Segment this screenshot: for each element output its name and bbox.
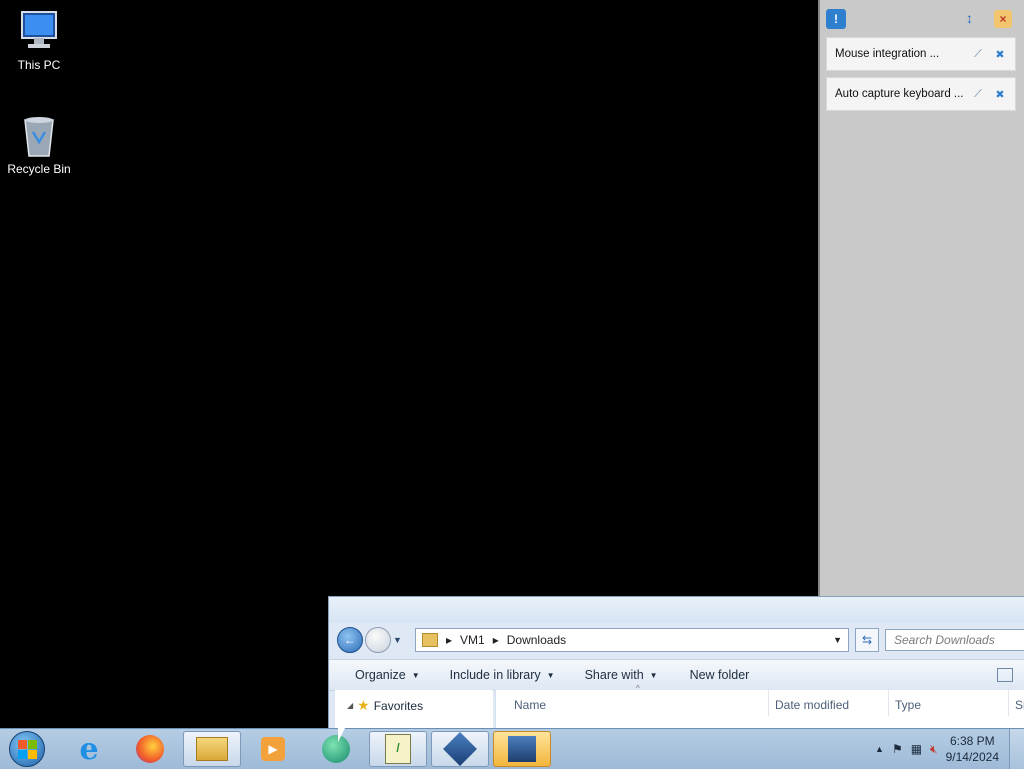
taskbar-globe-app[interactable] <box>307 731 365 767</box>
notification-item: Mouse integration ... ⟋ ✖ <box>826 37 1016 71</box>
expand-arrow-icon[interactable]: ◢ <box>347 701 353 710</box>
taskbar-vm-window[interactable] <box>493 731 551 767</box>
taskbar-internet-explorer[interactable]: e <box>60 731 118 767</box>
refresh-icon: ⇆ <box>861 633 873 647</box>
keep-notification-icon[interactable]: ⟋ <box>971 47 985 61</box>
show-desktop-button[interactable] <box>1009 729 1024 769</box>
show-hidden-icons-button[interactable]: ▲ <box>875 744 884 754</box>
notification-text: Auto capture keyboard ... <box>835 88 964 100</box>
mouse-cursor-icon <box>338 728 345 742</box>
notification-item: Auto capture keyboard ... ⟋ ✖ <box>826 77 1016 111</box>
vm-window-icon <box>508 736 536 762</box>
back-button[interactable]: ← <box>337 627 363 653</box>
sort-arrow-icon: ^ <box>636 684 640 693</box>
taskbar-firefox[interactable] <box>121 731 179 767</box>
column-header-type[interactable]: Type <box>895 698 921 712</box>
favorites-node[interactable]: ◢ ★ Favorites <box>347 697 423 714</box>
desktop-icon-recycle-bin[interactable]: Recycle Bin <box>1 112 77 176</box>
keep-notification-icon[interactable]: ⟋ <box>971 87 985 101</box>
star-icon: ★ <box>357 697 370 713</box>
view-options-icon[interactable] <box>997 668 1013 682</box>
new-folder-button[interactable]: New folder <box>690 668 750 682</box>
taskbar: e ▶ / ▲ ⚑ ▦ 🔇︎ 6:38 PM 9/14/2024 <box>0 728 1024 769</box>
dismiss-notification-icon[interactable]: ✖ <box>993 87 1007 101</box>
dismiss-notification-icon[interactable]: ✖ <box>993 47 1007 61</box>
organize-button[interactable]: Organize ▼ <box>355 668 420 682</box>
refresh-button[interactable]: ⇆ <box>855 628 879 652</box>
notification-text: Mouse integration ... <box>835 48 940 60</box>
close-all-icon[interactable]: × <box>994 10 1012 28</box>
column-header-date-modified[interactable]: Date modified <box>775 698 849 712</box>
share-with-button[interactable]: Share with ▼ <box>585 668 658 682</box>
clock-date: 9/14/2024 <box>945 750 999 764</box>
action-center-flag-icon[interactable]: ⚑ <box>892 742 903 756</box>
taskbar-file-explorer[interactable] <box>183 731 241 767</box>
taskbar-notepad-plus[interactable]: / <box>369 731 427 767</box>
breadcrumb-item[interactable]: Downloads <box>507 633 566 647</box>
globe-icon <box>322 735 350 763</box>
explorer-title-bar[interactable] <box>329 597 1024 623</box>
system-tray: ▲ ⚑ ▦ 🔇︎ 6:38 PM 9/14/2024 <box>871 729 1024 769</box>
internet-explorer-icon: e <box>79 731 99 767</box>
folder-icon <box>196 737 228 761</box>
address-bar[interactable]: ▸ VM1 ▸ Downloads ▼ <box>415 628 849 652</box>
column-divider[interactable] <box>768 690 769 716</box>
column-header-size[interactable]: Si <box>1015 698 1024 712</box>
breadcrumb-item[interactable]: VM1 <box>460 633 485 647</box>
clock-time: 6:38 PM <box>949 734 995 748</box>
media-player-icon: ▶ <box>261 737 285 761</box>
column-divider[interactable] <box>1008 690 1009 716</box>
computer-icon <box>16 8 62 54</box>
vbox-notification-panel: ! ↕ × Mouse integration ... ⟋ ✖ Auto cap… <box>818 0 1024 600</box>
folder-icon <box>422 633 438 647</box>
volume-muted-icon[interactable]: 🔇︎ <box>930 742 938 757</box>
column-divider[interactable] <box>888 690 889 716</box>
firefox-icon <box>136 735 164 763</box>
recycle-bin-icon <box>16 112 62 158</box>
notepad-icon: / <box>385 734 411 764</box>
search-input[interactable]: Search Downloads <box>885 629 1024 651</box>
forward-button[interactable] <box>365 627 391 653</box>
favorites-label: Favorites <box>373 698 424 713</box>
taskbar-virtualbox[interactable] <box>431 731 489 767</box>
desktop-icon-label: This PC <box>17 58 61 72</box>
windows-logo-icon <box>9 731 45 767</box>
back-arrow-icon: ← <box>344 633 356 647</box>
notification-center-icon[interactable]: ! <box>826 9 846 29</box>
include-in-library-button[interactable]: Include in library ▼ <box>450 668 555 682</box>
desktop-icon-this-pc[interactable]: This PC <box>1 8 77 72</box>
address-dropdown-icon[interactable]: ▼ <box>833 635 842 645</box>
virtualbox-icon <box>443 732 477 766</box>
command-bar: Organize ▼ Include in library ▼ Share with… <box>329 659 1024 691</box>
column-header-name[interactable]: Name <box>514 698 546 712</box>
network-icon[interactable]: ▦ <box>911 742 922 756</box>
recent-pages-dropdown[interactable]: ▼ <box>393 635 402 645</box>
explorer-window[interactable]: ← ▼ ▸ VM1 ▸ Downloads ▼ ⇆ Search Downloa… <box>328 596 1024 738</box>
taskbar-media-player[interactable]: ▶ <box>244 731 302 767</box>
toggle-order-icon[interactable]: ↕ <box>966 10 982 28</box>
desktop-icon-label: Recycle Bin <box>7 162 71 176</box>
clock[interactable]: 6:38 PM 9/14/2024 <box>946 733 999 765</box>
start-button[interactable] <box>0 731 54 767</box>
